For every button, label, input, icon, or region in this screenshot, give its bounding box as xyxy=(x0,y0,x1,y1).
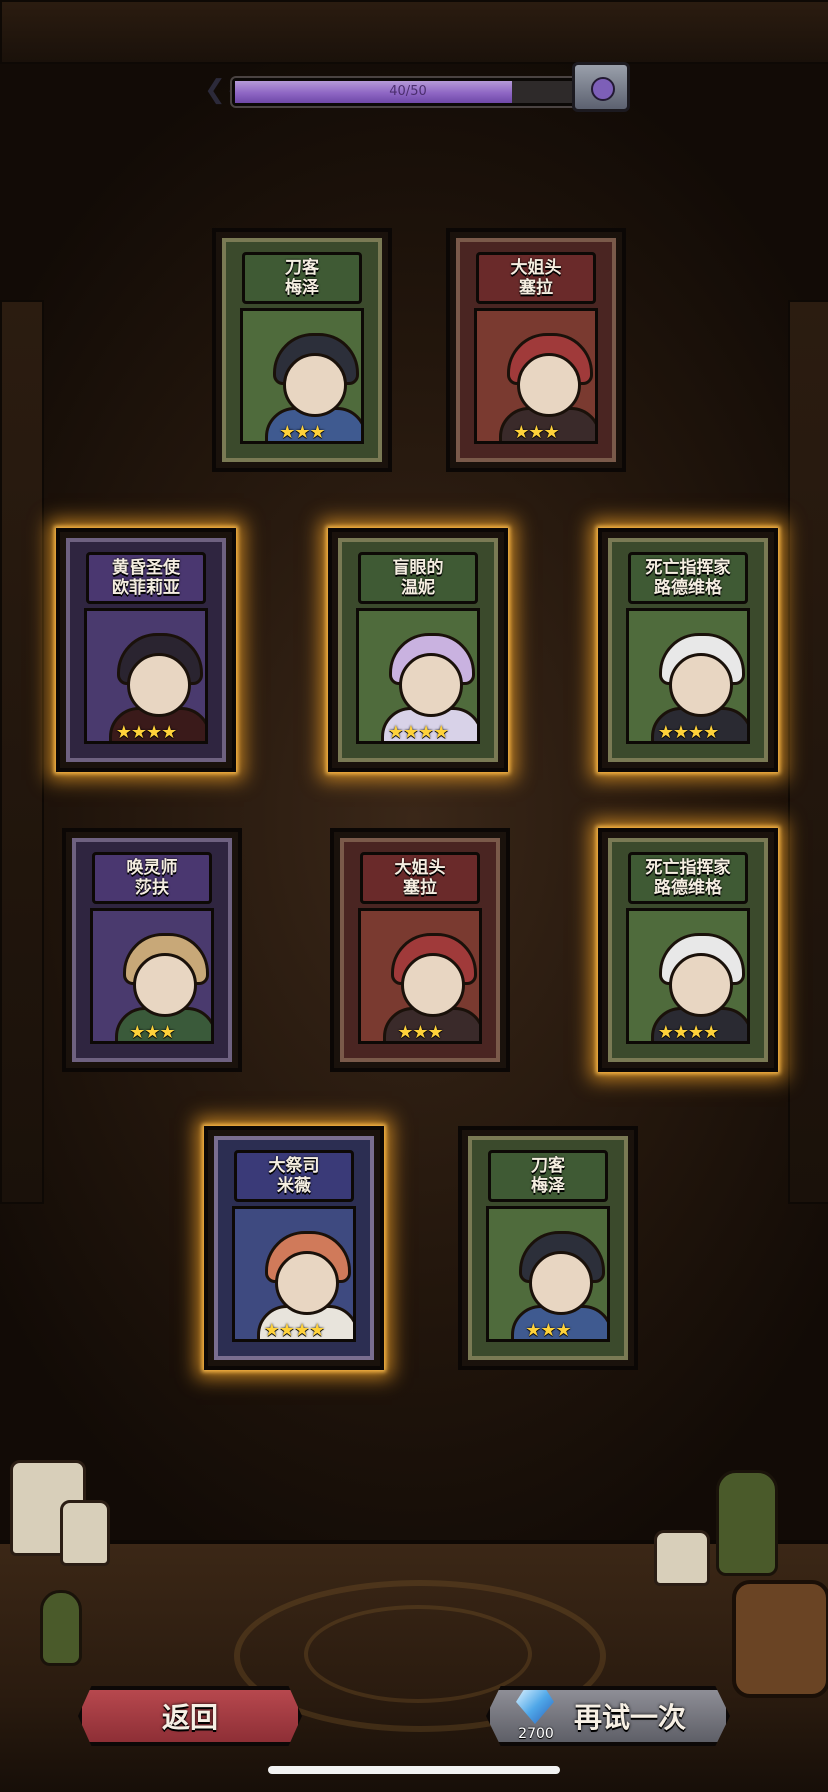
star-rating-icon: ★★★★ xyxy=(115,722,178,743)
hero-name: 莎扶 xyxy=(135,878,169,898)
progress-text: 40/50 xyxy=(389,84,427,99)
diamond-icon xyxy=(516,1690,554,1724)
retry-button-label: 再试一次 xyxy=(573,1701,686,1734)
hero-card[interactable]: 死亡指挥家 路德维格 ★★★★ xyxy=(598,528,778,772)
background-pillar-right xyxy=(788,300,828,1204)
hero-face-illustration xyxy=(399,653,463,717)
hero-face-illustration xyxy=(133,953,197,1017)
hero-name: 塞拉 xyxy=(403,878,437,898)
hero-name-plate: 大姐头 塞拉 xyxy=(360,852,480,904)
hero-card[interactable]: 唤灵师 莎扶 ★★★ xyxy=(62,828,242,1072)
summon-results-screen: ❮❮ 40/50 刀客 梅泽 ★★★ 大姐头 塞拉 ★★★ 黄昏圣使 欧菲莉亚 ★★★★ 盲眼的温… xyxy=(0,0,828,1792)
bottle-right xyxy=(716,1470,778,1576)
hero-face-illustration xyxy=(283,353,347,417)
progress-track: 40/50 xyxy=(232,78,584,106)
card-frame: 黄昏圣使 欧菲莉亚 ★★★★ xyxy=(66,538,226,762)
hero-card[interactable]: 黄昏圣使 欧菲莉亚 ★★★★ xyxy=(56,528,236,772)
card-frame: 刀客 梅泽 ★★★ xyxy=(468,1136,628,1360)
star-rating-icon: ★★★ xyxy=(129,1022,175,1043)
hero-name: 梅泽 xyxy=(285,278,319,298)
hero-name: 路德维格 xyxy=(654,878,722,898)
hero-name: 路德维格 xyxy=(654,578,722,598)
hero-name-plate: 刀客 梅泽 xyxy=(242,252,362,304)
hero-title: 刀客 xyxy=(531,1156,565,1176)
hero-title: 大姐头 xyxy=(394,858,446,878)
hero-name-plate: 唤灵师 莎扶 xyxy=(92,852,212,904)
hero-name: 梅泽 xyxy=(531,1176,565,1196)
hero-card[interactable]: 大姐头 塞拉 ★★★ xyxy=(330,828,510,1072)
hero-title: 死亡指挥家 xyxy=(645,558,731,578)
hero-face-illustration xyxy=(529,1251,593,1315)
hero-card[interactable]: 大姐头 塞拉 ★★★ xyxy=(446,228,626,472)
star-rating-icon: ★★★★ xyxy=(657,722,720,743)
retry-cost-value: 2700 xyxy=(518,1726,554,1742)
card-frame: 死亡指挥家 路德维格 ★★★★ xyxy=(608,838,768,1062)
chest-lock-icon xyxy=(591,77,615,101)
home-indicator[interactable] xyxy=(268,1766,560,1774)
back-button[interactable]: 返回 xyxy=(78,1686,302,1746)
star-rating-icon: ★★★ xyxy=(525,1320,571,1341)
card-frame: 大祭司 米薇 ★★★★ xyxy=(214,1136,374,1360)
hero-title: 大祭司 xyxy=(268,1156,320,1176)
hero-card[interactable]: 刀客 梅泽 ★★★ xyxy=(458,1126,638,1370)
hero-face-illustration xyxy=(127,653,191,717)
summon-progress-bar: ❮❮ 40/50 xyxy=(204,72,624,108)
star-rating-icon: ★★★ xyxy=(513,422,559,443)
star-rating-icon: ★★★ xyxy=(397,1022,443,1043)
retry-cost: 2700 xyxy=(508,1688,564,1748)
table-rune-inner xyxy=(304,1605,532,1703)
hero-title: 唤灵师 xyxy=(126,858,178,878)
barrel-right xyxy=(732,1580,828,1698)
hero-name-plate: 盲眼的 温妮 xyxy=(358,552,478,604)
hero-name-plate: 大祭司 米薇 xyxy=(234,1150,354,1202)
card-frame: 大姐头 塞拉 ★★★ xyxy=(340,838,500,1062)
card-frame: 大姐头 塞拉 ★★★ xyxy=(456,238,616,462)
hero-name-plate: 刀客 梅泽 xyxy=(488,1150,608,1202)
card-frame: 刀客 梅泽 ★★★ xyxy=(222,238,382,462)
hero-face-illustration xyxy=(669,953,733,1017)
star-rating-icon: ★★★★ xyxy=(263,1320,326,1341)
card-frame: 盲眼的 温妮 ★★★★ xyxy=(338,538,498,762)
hero-name: 塞拉 xyxy=(519,278,553,298)
hero-card[interactable]: 盲眼的 温妮 ★★★★ xyxy=(328,528,508,772)
hero-face-illustration xyxy=(517,353,581,417)
card-frame: 唤灵师 莎扶 ★★★ xyxy=(72,838,232,1062)
candle-left-small xyxy=(60,1500,110,1566)
hero-name: 温妮 xyxy=(401,578,435,598)
hero-title: 刀客 xyxy=(285,258,319,278)
hero-name-plate: 黄昏圣使 欧菲莉亚 xyxy=(86,552,206,604)
hero-name: 米薇 xyxy=(277,1176,311,1196)
star-rating-icon: ★★★★ xyxy=(387,722,450,743)
reward-chest-icon[interactable] xyxy=(572,62,630,112)
hero-card[interactable]: 刀客 梅泽 ★★★ xyxy=(212,228,392,472)
hero-title: 死亡指挥家 xyxy=(645,858,731,878)
star-rating-icon: ★★★★ xyxy=(657,1022,720,1043)
star-rating-icon: ★★★ xyxy=(279,422,325,443)
hero-face-illustration xyxy=(401,953,465,1017)
hero-face-illustration xyxy=(669,653,733,717)
bottle-left xyxy=(40,1590,82,1666)
hero-name-plate: 大姐头 塞拉 xyxy=(476,252,596,304)
candle-right xyxy=(654,1530,710,1586)
hero-card[interactable]: 大祭司 米薇 ★★★★ xyxy=(204,1126,384,1370)
hero-title: 盲眼的 xyxy=(392,558,444,578)
hero-card[interactable]: 死亡指挥家 路德维格 ★★★★ xyxy=(598,828,778,1072)
hero-face-illustration xyxy=(275,1251,339,1315)
card-frame: 死亡指挥家 路德维格 ★★★★ xyxy=(608,538,768,762)
back-button-label: 返回 xyxy=(161,1701,218,1734)
hero-title: 黄昏圣使 xyxy=(112,558,180,578)
background-pillar-left xyxy=(0,300,44,1204)
hero-name: 欧菲莉亚 xyxy=(112,578,180,598)
hero-title: 大姐头 xyxy=(510,258,562,278)
hero-name-plate: 死亡指挥家 路德维格 xyxy=(628,552,748,604)
background-beam xyxy=(0,0,828,64)
hero-name-plate: 死亡指挥家 路德维格 xyxy=(628,852,748,904)
